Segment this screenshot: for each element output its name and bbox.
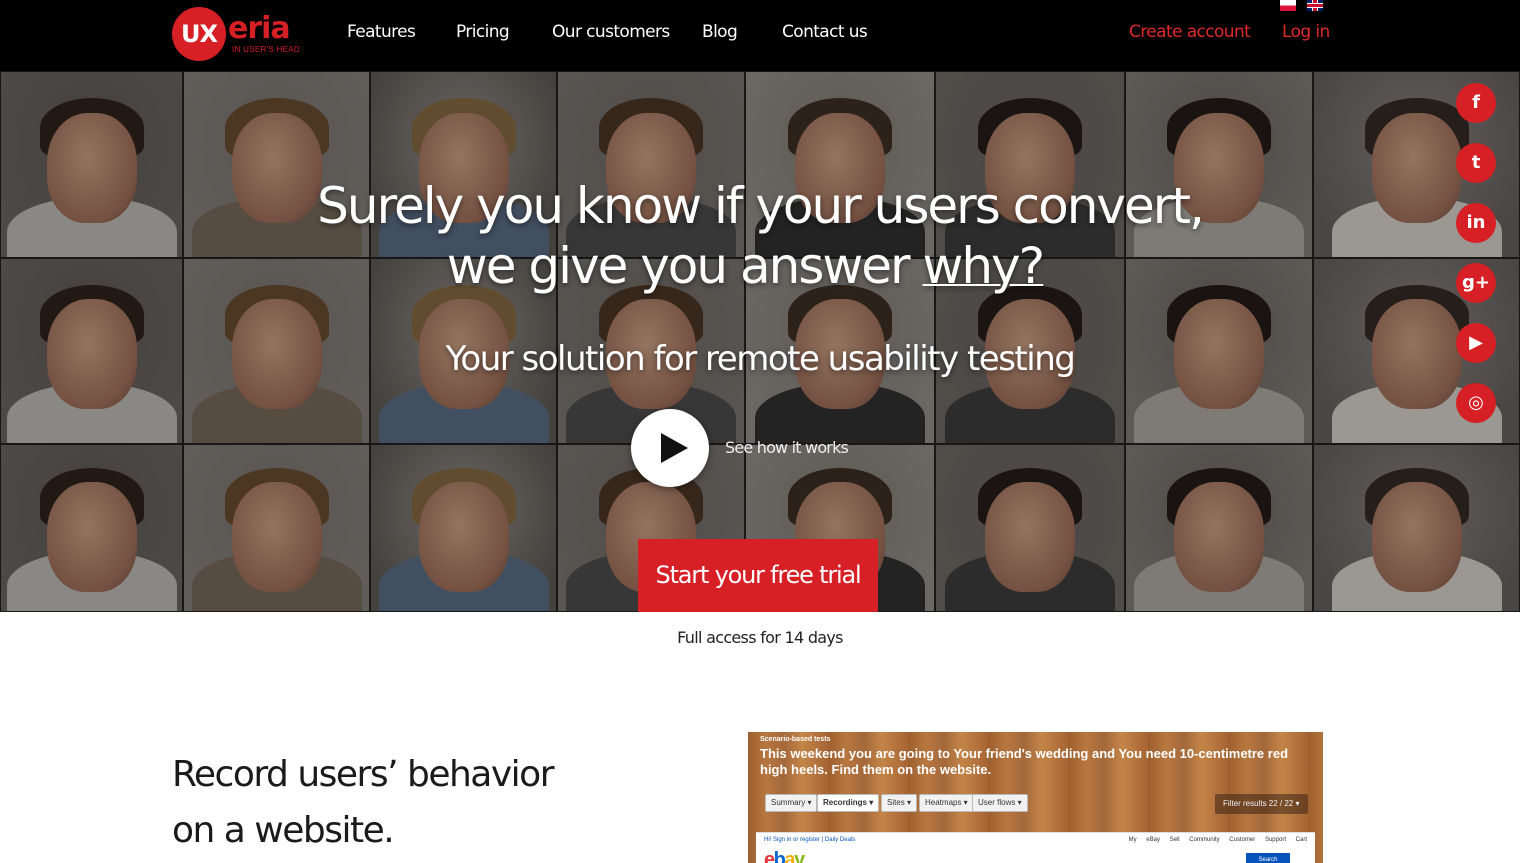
screenshot-tab-heatmaps: Heatmaps ▾ — [919, 794, 974, 812]
nav-link-contact-us[interactable]: Contact us — [782, 22, 868, 42]
logo-word: eria — [228, 11, 291, 46]
twitter-icon[interactable]: t — [1456, 143, 1496, 183]
screenshot-tag: Scenario-based tests — [760, 736, 831, 743]
logo-tagline: IN USER'S HEAD — [232, 45, 300, 54]
english-flag-icon[interactable] — [1307, 0, 1323, 11]
logo-mark: UX — [172, 7, 226, 61]
trial-note: Full access for 14 days — [677, 628, 843, 647]
google-plus-icon[interactable]: g+ — [1456, 263, 1496, 303]
screenshot-tab-user-flows: User flows ▾ — [972, 794, 1028, 812]
linkedin-icon[interactable]: in — [1456, 203, 1496, 243]
play-video-icon[interactable] — [631, 409, 709, 487]
hero-headline-why: why? — [922, 237, 1045, 295]
screenshot-tab-sites: Sites ▾ — [881, 794, 918, 812]
hero-headline-prefix: we give you answer — [446, 237, 923, 295]
create-account-link[interactable]: Create account — [1129, 22, 1251, 42]
polish-flag-icon[interactable] — [1280, 0, 1296, 11]
screenshot-tab-summary: Summary ▾ — [765, 794, 818, 812]
instagram-icon[interactable]: ◎ — [1456, 383, 1496, 423]
hero-subtitle: Your solution for remote usability testi… — [445, 339, 1076, 379]
screenshot-search-button: Search — [1246, 853, 1290, 863]
login-link[interactable]: Log in — [1282, 22, 1330, 42]
nav-link-pricing[interactable]: Pricing — [456, 22, 510, 42]
feature-title-line1: Record users’ behavior — [172, 754, 555, 795]
hero-section: Surely you know if your users convert, w… — [0, 71, 1520, 612]
feature-title-line2: on a website. — [172, 810, 395, 851]
hero-headline-line1: Surely you know if your users convert, — [317, 177, 1205, 235]
ebay-logo: ebay — [764, 849, 805, 863]
feature-title: Record users’ behavior on a website. — [172, 747, 592, 859]
hero-headline-line2: we give you answer why? — [0, 237, 1520, 295]
see-how-it-works-link[interactable]: See how it works — [725, 438, 849, 457]
start-free-trial-button[interactable]: Start your free trial — [638, 539, 878, 612]
top-nav: UX eria IN USER'S HEAD Features Pricing … — [0, 0, 1520, 71]
screenshot-task-text: This weekend you are going to Your frien… — [760, 746, 1289, 777]
facebook-icon[interactable]: f — [1456, 83, 1496, 123]
product-screenshot: Scenario-based tests This weekend you ar… — [748, 732, 1323, 863]
screenshot-signin-bar: Hi! Sign in or register | Daily Deals — [764, 837, 856, 843]
nav-link-our-customers[interactable]: Our customers — [552, 22, 670, 42]
screenshot-filter: Filter results 22 / 22 ▾ — [1215, 794, 1308, 814]
screenshot-tab-recordings: Recordings ▾ — [817, 794, 880, 812]
nav-link-features[interactable]: Features — [347, 22, 416, 42]
nav-link-blog[interactable]: Blog — [702, 22, 738, 42]
logo[interactable]: UX eria IN USER'S HEAD — [172, 7, 302, 61]
youtube-icon[interactable]: ▶ — [1456, 323, 1496, 363]
screenshot-embedded-page: Hi! Sign in or register | Daily Deals My… — [756, 832, 1315, 863]
screenshot-page-links: My eBay Sell Community Customer Support … — [1128, 837, 1307, 843]
